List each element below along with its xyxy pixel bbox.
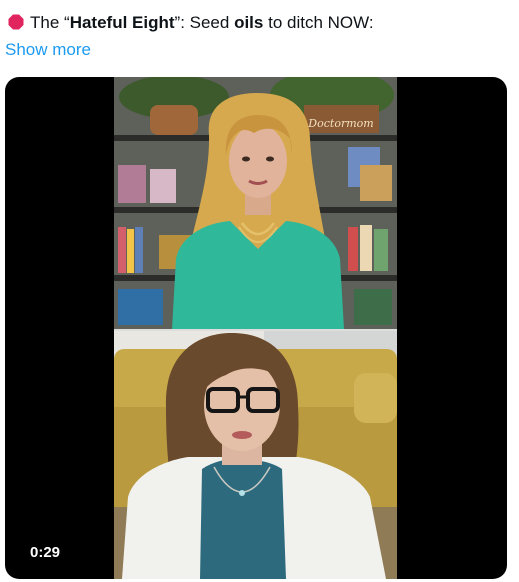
wall-sign: Doctormom	[307, 117, 373, 130]
tweet-text-part1: The “	[30, 13, 70, 32]
tweet-card: The “Hateful Eight”: Seed oils to ditch …	[0, 0, 519, 582]
bottom-speaker-panel	[114, 331, 397, 579]
tweet-text-bold-oils: oils	[234, 13, 264, 32]
top-speaker-panel: Doctormom	[114, 77, 397, 329]
tweet-text-part3: ”: Seed	[174, 13, 235, 32]
video-still: Doctormom	[114, 77, 397, 579]
stop-sign-icon	[8, 14, 24, 30]
show-more-link[interactable]: Show more	[5, 39, 91, 61]
tweet-text-part5: to ditch NOW:	[263, 13, 374, 32]
video-player[interactable]: Doctormom 0:29	[5, 77, 507, 579]
video-frame: Doctormom	[114, 77, 397, 579]
tweet-text-bold-title: Hateful Eight	[69, 13, 175, 32]
tweet-text: The “Hateful Eight”: Seed oils to ditch …	[8, 12, 508, 34]
video-duration-badge: 0:29	[25, 542, 66, 563]
